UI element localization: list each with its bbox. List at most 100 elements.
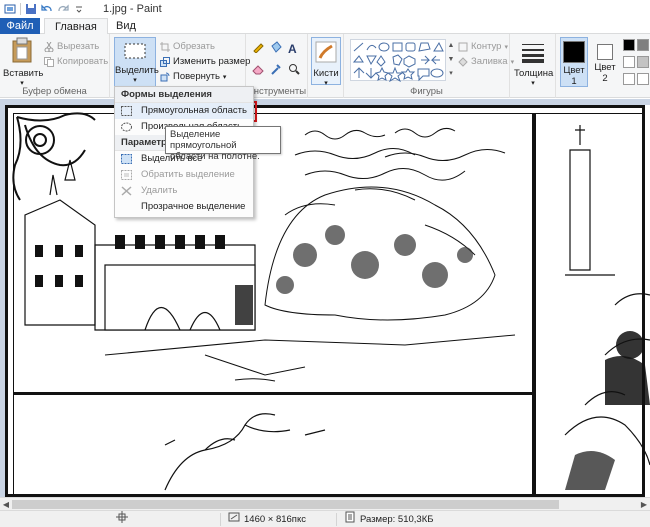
crop-label: Обрезать xyxy=(173,41,215,52)
tools-row-2 xyxy=(252,64,300,77)
palette-swatch[interactable] xyxy=(637,56,649,68)
color-picker-icon[interactable] xyxy=(270,63,282,78)
clipboard-icon xyxy=(3,37,41,66)
canvas-workspace[interactable] xyxy=(0,99,650,497)
rotate-label: Повернуть xyxy=(173,71,220,82)
shapes-group: ▲ ▼ ▾ Контур ▾ Заливка ▾ Фигуры xyxy=(344,34,514,98)
invert-selection-item[interactable]: Обратить выделение xyxy=(115,167,253,183)
palette-swatch[interactable] xyxy=(623,56,635,68)
tooltip-line-1: Выделение прямоугольной xyxy=(170,129,237,151)
outline-label: Контур xyxy=(471,41,502,52)
title-bar: 1.jpg - Paint xyxy=(0,0,650,18)
status-bar: 1460 × 816пкс Размер: 510,3КБ xyxy=(0,510,650,527)
qat-divider xyxy=(20,3,21,15)
cursor-position-icon xyxy=(116,510,128,527)
scrollbar-thumb[interactable] xyxy=(12,500,559,509)
horizontal-scrollbar[interactable]: ◀ ▶ xyxy=(0,497,650,510)
file-size-icon xyxy=(344,511,356,527)
tab-home[interactable]: Главная xyxy=(44,18,108,35)
resize-label: Изменить размер xyxy=(173,56,251,67)
tools-row-1: A xyxy=(252,41,297,56)
color2-label: Цвет xyxy=(594,62,616,73)
colors-group: Цвет 1 Цвет 2 xyxy=(556,34,650,98)
fill-button[interactable]: Заливка ▾ xyxy=(458,55,514,68)
app-menu-icon[interactable] xyxy=(4,3,16,15)
invert-selection-label: Обратить выделение xyxy=(141,169,235,180)
customize-qat-icon[interactable] xyxy=(73,3,85,15)
transparent-selection-label: Прозрачное выделение xyxy=(141,201,246,212)
save-icon[interactable] xyxy=(25,3,37,15)
color2-button[interactable]: Цвет 2 xyxy=(592,37,618,84)
redo-icon[interactable] xyxy=(57,3,69,15)
color-palette xyxy=(622,38,650,89)
fill-icon xyxy=(458,56,468,67)
outline-icon xyxy=(458,42,468,52)
copy-icon xyxy=(44,56,54,67)
color1-number: 1 xyxy=(571,76,577,87)
rotate-icon xyxy=(160,72,170,82)
outline-button[interactable]: Контур ▾ xyxy=(458,40,508,53)
dimensions-icon xyxy=(228,511,240,527)
invert-selection-icon xyxy=(121,170,132,180)
palette-swatch[interactable] xyxy=(623,73,635,85)
tooltip: Выделение прямоугольной области на полот… xyxy=(165,126,281,162)
eraser-icon[interactable] xyxy=(252,63,264,78)
delete-selection-label: Удалить xyxy=(141,185,178,196)
rectangular-selection-item[interactable]: Прямоугольная область xyxy=(115,103,253,119)
scissors-icon xyxy=(44,41,54,52)
file-size-text: Размер: 510,3КБ xyxy=(360,514,434,525)
magnifier-icon[interactable] xyxy=(288,63,300,78)
crop-button[interactable]: Обрезать xyxy=(160,40,215,53)
clipboard-group-label: Буфер обмена xyxy=(22,86,87,97)
image-dimensions: 1460 × 816пкс xyxy=(228,511,306,527)
file-size: Размер: 510,3КБ xyxy=(344,511,433,527)
status-divider xyxy=(336,513,337,526)
transparent-selection-item[interactable]: Прозрачное выделение xyxy=(115,199,253,215)
resize-icon xyxy=(160,56,170,67)
selection-shapes-header: Формы выделения xyxy=(115,87,253,103)
color1-button[interactable]: Цвет 1 xyxy=(560,37,588,87)
rectangular-selection-label: Прямоугольная область xyxy=(141,105,247,116)
pencil-icon[interactable] xyxy=(252,41,264,56)
fill-bucket-icon[interactable] xyxy=(270,41,282,56)
delete-selection-item[interactable]: Удалить xyxy=(115,183,253,199)
shapes-gallery[interactable] xyxy=(350,39,446,83)
palette-swatch[interactable] xyxy=(623,39,635,51)
clipboard-group: Вставить ▾ Вырезать Копировать Буфер обм… xyxy=(0,34,110,98)
delete-icon xyxy=(121,186,132,196)
selection-rect-icon xyxy=(115,42,155,63)
color2-swatch xyxy=(597,44,613,60)
tools-group: A Инструменты xyxy=(246,34,308,98)
color1-swatch xyxy=(563,41,585,63)
rect-selection-icon xyxy=(121,106,132,116)
quick-access-toolbar xyxy=(0,3,85,15)
palette-swatch[interactable] xyxy=(637,39,649,51)
rotate-button[interactable]: Повернуть ▾ xyxy=(160,70,226,83)
freeform-selection-icon xyxy=(121,122,132,132)
select-all-icon xyxy=(121,154,132,164)
thickness-group: Толщина ▾ xyxy=(510,34,556,98)
copy-label: Копировать xyxy=(57,56,109,67)
color2-number: 2 xyxy=(602,73,608,84)
shapes-scroll[interactable]: ▲ ▼ ▾ xyxy=(447,39,455,81)
text-tool-icon[interactable]: A xyxy=(288,42,297,56)
brushes-group: Кисти ▾ xyxy=(308,34,344,98)
tab-file[interactable]: Файл xyxy=(0,18,40,34)
brush-icon xyxy=(312,41,340,66)
paste-label: Вставить xyxy=(3,68,44,79)
undo-icon[interactable] xyxy=(41,3,53,15)
copy-button[interactable]: Копировать xyxy=(44,55,108,68)
brushes-label: Кисти xyxy=(313,68,339,79)
paste-button[interactable]: Вставить ▾ xyxy=(3,37,44,87)
cut-button[interactable]: Вырезать xyxy=(44,40,99,53)
brushes-button[interactable]: Кисти ▾ xyxy=(311,37,341,87)
tab-view[interactable]: Вид xyxy=(106,18,146,34)
select-button[interactable]: Выделить ▾ xyxy=(114,37,159,88)
thickness-button[interactable]: Толщина ▾ xyxy=(514,37,553,87)
resize-button[interactable]: Изменить размер xyxy=(160,55,250,68)
drawing-canvas[interactable] xyxy=(5,105,650,497)
ribbon: Вставить ▾ Вырезать Копировать Буфер обм… xyxy=(0,34,650,98)
palette-swatch[interactable] xyxy=(637,73,649,85)
crop-icon xyxy=(160,41,170,52)
tooltip-line-2: области на полотне. xyxy=(170,151,260,162)
